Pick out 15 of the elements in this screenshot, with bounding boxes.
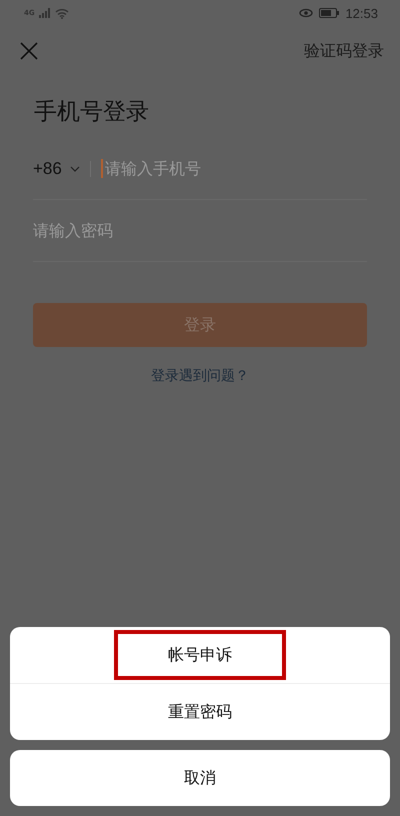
password-input-field[interactable]: 请输入密码 [33, 221, 367, 240]
wifi-icon [54, 8, 69, 18]
phone-input-field[interactable]: 请输入手机号 [100, 159, 367, 178]
page-title: 手机号登录 [33, 98, 150, 127]
code-login-link[interactable]: 验证码登录 [304, 40, 384, 62]
country-code[interactable]: +86 [33, 158, 62, 178]
close-icon[interactable] [20, 42, 38, 60]
login-help-link[interactable]: 登录遇到问题？ [151, 368, 249, 384]
chevron-down-icon[interactable] [70, 166, 80, 172]
eye-icon [299, 8, 314, 18]
clock-time: 12:53 [345, 6, 378, 20]
signal-icon [38, 8, 51, 18]
battery-icon [319, 8, 340, 18]
cancel-button[interactable]: 取消 [10, 750, 390, 806]
action-sheet-item[interactable]: 帐号申诉 [114, 630, 286, 680]
